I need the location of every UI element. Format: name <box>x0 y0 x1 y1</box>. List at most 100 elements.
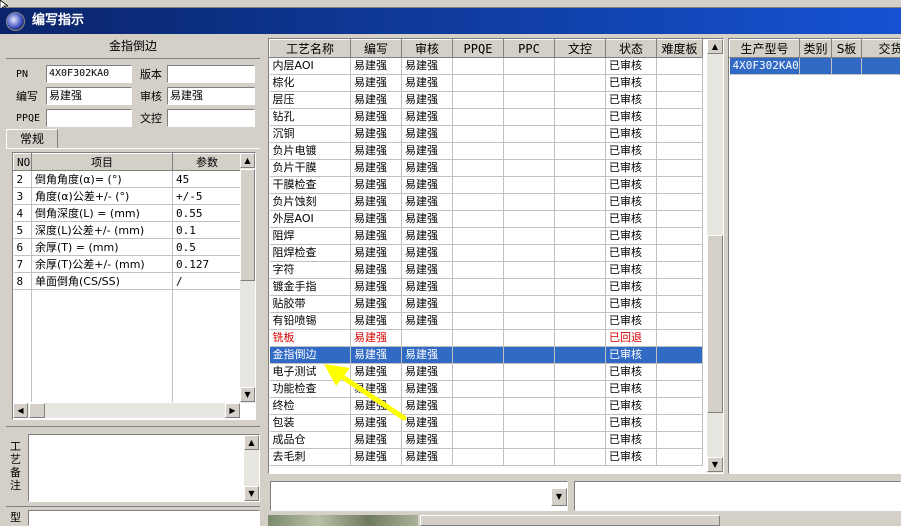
process-status-cell[interactable]: 已审核 <box>605 244 657 262</box>
param-value[interactable]: 45 <box>172 170 242 188</box>
process-doc-cell[interactable] <box>554 142 606 160</box>
process-name-cell[interactable]: 阻焊 <box>269 227 351 245</box>
process-reviewer-cell[interactable]: 易建强 <box>401 244 453 262</box>
process-reviewer-cell[interactable]: 易建强 <box>401 261 453 279</box>
param-value[interactable]: 0.1 <box>172 221 242 239</box>
scroll-up-arrow-icon[interactable]: ▲ <box>707 39 723 54</box>
process-row[interactable]: 负片干膜 易建强 易建强 已审核 <box>269 159 703 177</box>
process-row[interactable]: 去毛刺 易建强 易建强 已审核 <box>269 448 703 466</box>
process-row[interactable]: 层压 易建强 易建强 已审核 <box>269 91 703 109</box>
process-writer-cell[interactable]: 易建强 <box>350 312 402 330</box>
process-ppc-cell[interactable] <box>503 278 555 296</box>
process-row[interactable]: 负片蚀刻 易建强 易建强 已审核 <box>269 193 703 211</box>
column-header[interactable]: 工艺名称 <box>269 39 351 58</box>
process-status-cell[interactable]: 已审核 <box>605 261 657 279</box>
process-row[interactable]: 棕化 易建强 易建强 已审核 <box>269 74 703 92</box>
process-row[interactable]: 内层AOI 易建强 易建强 已审核 <box>269 57 703 75</box>
process-name-cell[interactable]: 字符 <box>269 261 351 279</box>
process-difficulty-cell[interactable] <box>656 295 703 313</box>
process-row[interactable]: 字符 易建强 易建强 已审核 <box>269 261 703 279</box>
scroll-down-arrow-icon[interactable]: ▼ <box>240 387 255 402</box>
dropdown-arrow-icon[interactable]: ▼ <box>551 488 567 506</box>
process-doc-cell[interactable] <box>554 448 606 466</box>
process-writer-cell[interactable]: 易建强 <box>350 261 402 279</box>
process-status-cell[interactable]: 已审核 <box>605 193 657 211</box>
scroll-down-arrow-icon[interactable]: ▼ <box>244 486 259 501</box>
column-header[interactable]: PPC <box>503 39 555 58</box>
model-delivery-cell[interactable] <box>861 57 900 75</box>
process-row[interactable]: 负片电镀 易建强 易建强 已审核 <box>269 142 703 160</box>
process-ppqe-cell[interactable] <box>452 159 504 177</box>
scroll-left-arrow-icon[interactable]: ◀ <box>13 403 28 418</box>
process-row[interactable]: 阻焊检查 易建强 易建强 已审核 <box>269 244 703 262</box>
bottom-field[interactable] <box>28 510 260 526</box>
process-name-cell[interactable]: 层压 <box>269 91 351 109</box>
model-model-cell[interactable]: 4X0F302KA0 <box>729 57 800 75</box>
process-reviewer-cell[interactable]: 易建强 <box>401 312 453 330</box>
process-row[interactable]: 干膜检查 易建强 易建强 已审核 <box>269 176 703 194</box>
process-doc-cell[interactable] <box>554 278 606 296</box>
process-reviewer-cell[interactable]: 易建强 <box>401 125 453 143</box>
process-difficulty-cell[interactable] <box>656 244 703 262</box>
process-doc-cell[interactable] <box>554 193 606 211</box>
process-ppqe-cell[interactable] <box>452 91 504 109</box>
column-header[interactable]: 参数 <box>172 153 242 171</box>
process-status-cell[interactable]: 已审核 <box>605 414 657 432</box>
process-status-cell[interactable]: 已审核 <box>605 431 657 449</box>
process-difficulty-cell[interactable] <box>656 108 703 126</box>
process-difficulty-cell[interactable] <box>656 414 703 432</box>
process-reviewer-cell[interactable]: 易建强 <box>401 57 453 75</box>
param-row[interactable]: 6 余厚(T) = (mm) 0.5 <box>13 238 242 256</box>
writer-field[interactable]: 易建强 <box>46 87 132 105</box>
model-row[interactable]: 4X0F302KA0 <box>729 57 900 75</box>
process-name-cell[interactable]: 阻焊检查 <box>269 244 351 262</box>
process-status-cell[interactable]: 已审核 <box>605 74 657 92</box>
param-value[interactable]: 0.5 <box>172 238 242 256</box>
tab-general[interactable]: 常规 <box>6 129 58 149</box>
process-difficulty-cell[interactable] <box>656 329 703 347</box>
param-value[interactable]: 0.127 <box>172 255 242 273</box>
process-status-cell[interactable]: 已审核 <box>605 159 657 177</box>
process-ppqe-cell[interactable] <box>452 414 504 432</box>
process-writer-cell[interactable]: 易建强 <box>350 448 402 466</box>
process-ppc-cell[interactable] <box>503 329 555 347</box>
doc-control-field[interactable] <box>167 109 255 127</box>
process-ppqe-cell[interactable] <box>452 329 504 347</box>
process-name-cell[interactable]: 负片电镀 <box>269 142 351 160</box>
scroll-down-arrow-icon[interactable]: ▼ <box>707 457 723 472</box>
process-name-cell[interactable]: 成品仓 <box>269 431 351 449</box>
process-ppqe-cell[interactable] <box>452 142 504 160</box>
process-difficulty-cell[interactable] <box>656 380 703 398</box>
column-header[interactable]: 项目 <box>31 153 173 171</box>
process-ppc-cell[interactable] <box>503 312 555 330</box>
bottom-dropdown[interactable]: ▼ <box>270 481 568 511</box>
process-reviewer-cell[interactable]: 易建强 <box>401 193 453 211</box>
process-ppqe-cell[interactable] <box>452 57 504 75</box>
process-reviewer-cell[interactable]: 易建强 <box>401 210 453 228</box>
process-doc-cell[interactable] <box>554 380 606 398</box>
pn-field[interactable]: 4X0F302KA0 <box>46 65 132 83</box>
column-header[interactable]: 类别 <box>799 39 832 58</box>
process-name-cell[interactable]: 贴胶带 <box>269 295 351 313</box>
param-horizontal-scrollbar[interactable]: ◀ ▶ <box>13 403 240 418</box>
process-writer-cell[interactable]: 易建强 <box>350 91 402 109</box>
process-ppqe-cell[interactable] <box>452 210 504 228</box>
process-row[interactable]: 钻孔 易建强 易建强 已审核 <box>269 108 703 126</box>
process-ppc-cell[interactable] <box>503 363 555 381</box>
process-doc-cell[interactable] <box>554 261 606 279</box>
process-writer-cell[interactable]: 易建强 <box>350 57 402 75</box>
process-status-cell[interactable]: 已审核 <box>605 380 657 398</box>
process-ppqe-cell[interactable] <box>452 312 504 330</box>
column-header[interactable]: 状态 <box>605 39 657 58</box>
process-status-cell[interactable]: 已审核 <box>605 397 657 415</box>
process-reviewer-cell[interactable]: 易建强 <box>401 159 453 177</box>
process-difficulty-cell[interactable] <box>656 125 703 143</box>
process-ppc-cell[interactable] <box>503 261 555 279</box>
process-name-cell[interactable]: 外层AOI <box>269 210 351 228</box>
process-status-cell[interactable]: 已审核 <box>605 227 657 245</box>
process-name-cell[interactable]: 有铅喷锡 <box>269 312 351 330</box>
column-header[interactable]: 文控 <box>554 39 606 58</box>
process-ppqe-cell[interactable] <box>452 125 504 143</box>
process-name-cell[interactable]: 内层AOI <box>269 57 351 75</box>
param-row[interactable]: 5 深度(L)公差+/- (mm) 0.1 <box>13 221 242 239</box>
